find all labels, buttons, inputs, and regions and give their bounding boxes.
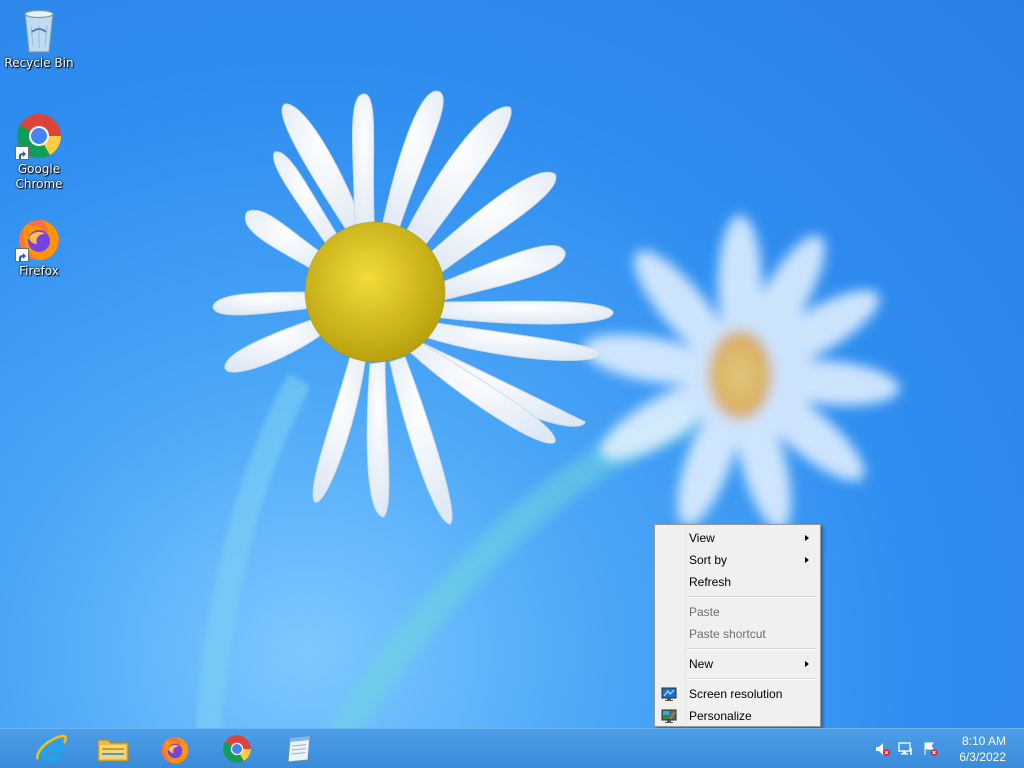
- taskbar-button-file-explorer[interactable]: [84, 731, 142, 767]
- file-explorer-icon: [97, 739, 129, 762]
- menu-item-sort-by[interactable]: Sort by: [657, 549, 818, 571]
- desktop-icon-label: Google Chrome: [15, 162, 63, 191]
- desktop-icon-firefox[interactable]: Firefox: [1, 214, 77, 279]
- menu-item-refresh[interactable]: Refresh: [657, 571, 818, 593]
- clock-time: 8:10 AM: [961, 734, 1006, 748]
- menu-separator: [687, 648, 816, 650]
- menu-item-view[interactable]: View: [657, 527, 818, 549]
- wallpaper-image: [192, 90, 900, 768]
- menu-item-label: Screen resolution: [689, 687, 783, 701]
- menu-separator: [687, 678, 816, 680]
- chrome-icon: [15, 112, 63, 160]
- submenu-arrow-icon: [805, 557, 809, 563]
- taskbar-button-notepad[interactable]: [270, 731, 328, 767]
- action-center-icon[interactable]: [922, 741, 938, 757]
- desktop[interactable]: Recycle Bin Google Chrome Firefox View S…: [0, 0, 1024, 768]
- submenu-arrow-icon: [805, 661, 809, 667]
- taskbar-clock[interactable]: 8:10 AM 6/3/2022: [946, 733, 1006, 765]
- shortcut-arrow-icon: [15, 248, 29, 262]
- menu-item-label: New: [689, 657, 714, 671]
- taskbar-button-internet-explorer[interactable]: [22, 731, 80, 767]
- clock-date: 6/3/2022: [959, 750, 1006, 764]
- submenu-arrow-icon: [805, 535, 809, 541]
- menu-item-label: Refresh: [689, 575, 732, 589]
- taskbar-button-firefox[interactable]: [146, 731, 204, 767]
- network-icon[interactable]: [898, 741, 914, 757]
- firefox-icon: [161, 737, 189, 764]
- menu-separator: [687, 596, 816, 598]
- screen-resolution-icon: [661, 686, 677, 702]
- desktop-icon-google-chrome[interactable]: Google Chrome: [1, 112, 77, 192]
- notepad-icon: [287, 735, 311, 763]
- menu-item-screen-resolution[interactable]: Screen resolution: [657, 683, 818, 705]
- menu-item-label: Paste shortcut: [689, 627, 766, 641]
- menu-item-personalize[interactable]: Personalize: [657, 705, 818, 727]
- firefox-icon: [15, 214, 63, 262]
- chrome-icon: [223, 735, 251, 763]
- volume-muted-icon[interactable]: [874, 741, 890, 757]
- desktop-icon-label: Recycle Bin: [4, 56, 74, 70]
- taskbar: 8:10 AM 6/3/2022: [0, 728, 1024, 768]
- menu-item-label: View: [689, 531, 715, 545]
- menu-item-label: Personalize: [689, 709, 752, 723]
- menu-item-label: Paste: [689, 605, 720, 619]
- internet-explorer-icon: [36, 734, 67, 761]
- menu-item-new[interactable]: New: [657, 653, 818, 675]
- menu-item-paste-shortcut[interactable]: Paste shortcut: [657, 623, 818, 645]
- desktop-context-menu: View Sort by Refresh Paste Paste shortcu…: [654, 524, 821, 727]
- shortcut-arrow-icon: [15, 146, 29, 160]
- recycle-bin-icon: [15, 6, 63, 54]
- taskbar-button-chrome[interactable]: [208, 731, 266, 767]
- menu-item-label: Sort by: [689, 553, 728, 567]
- desktop-icon-recycle-bin[interactable]: Recycle Bin: [1, 6, 77, 71]
- personalize-icon: [661, 708, 677, 724]
- menu-item-paste[interactable]: Paste: [657, 601, 818, 623]
- desktop-icon-label: Firefox: [19, 264, 59, 278]
